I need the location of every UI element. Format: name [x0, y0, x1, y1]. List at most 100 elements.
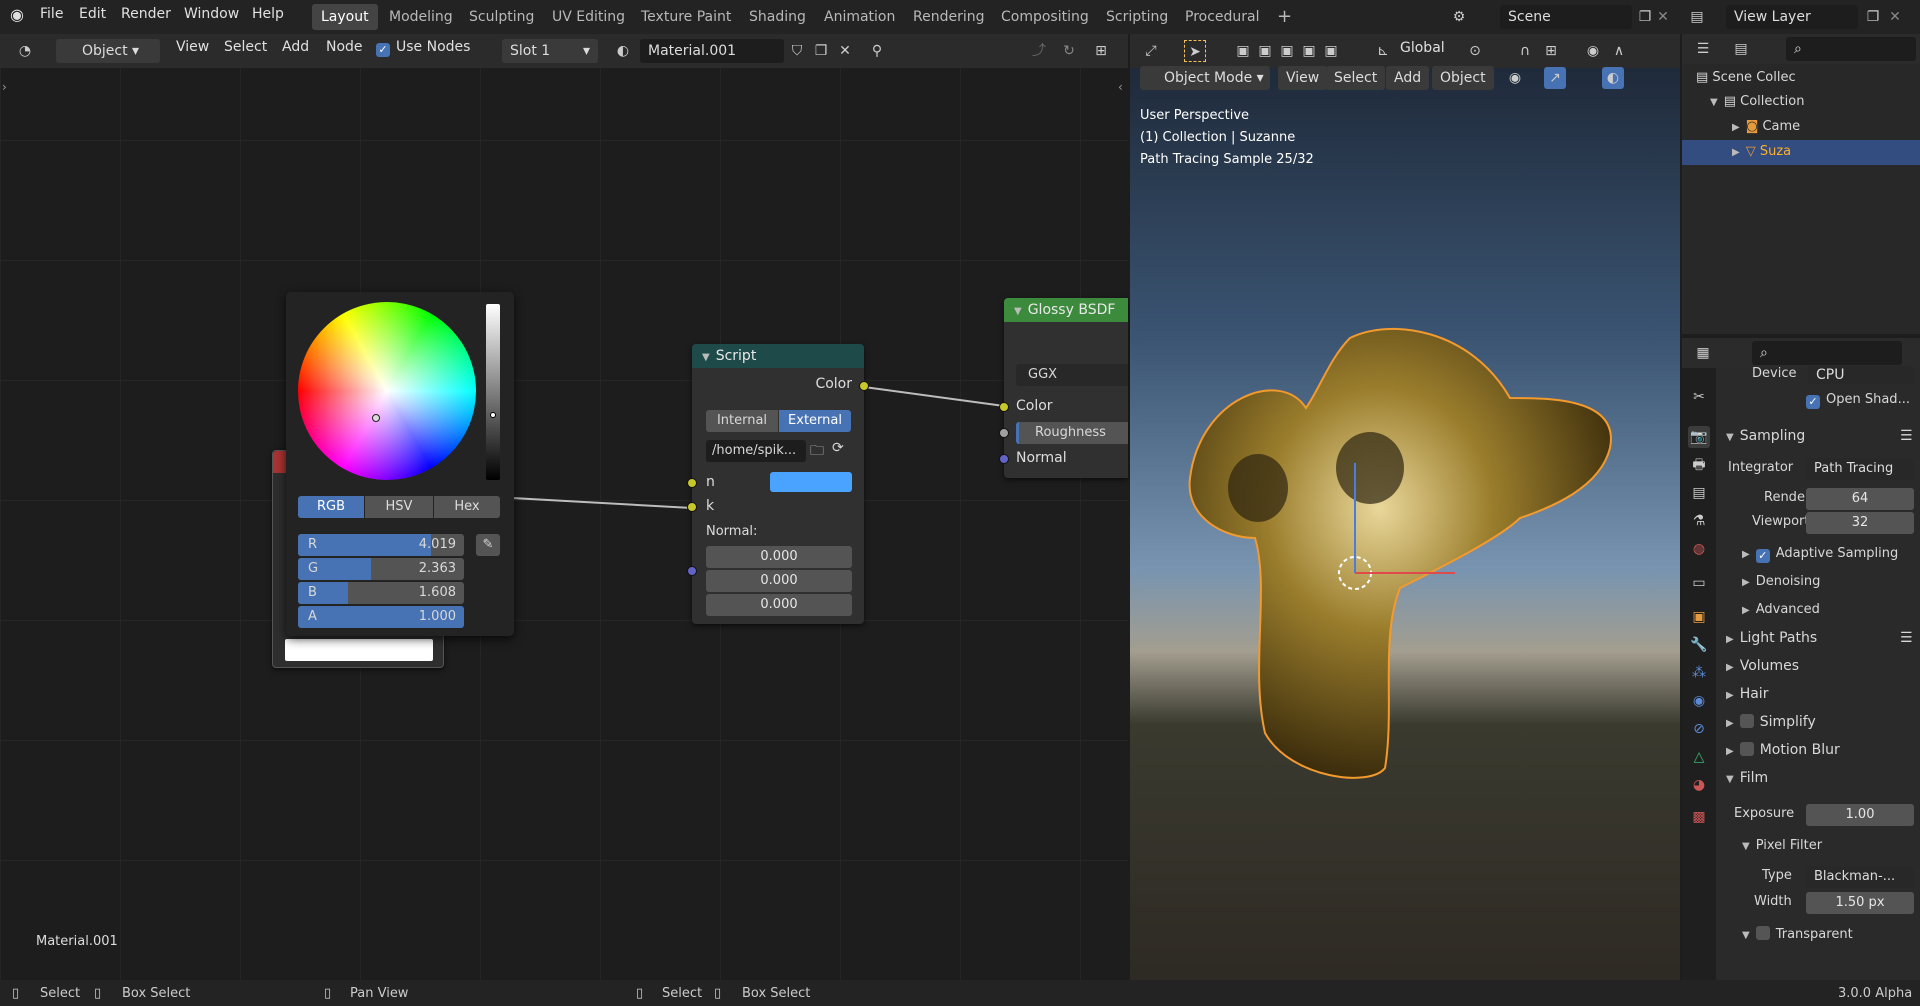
modifier-tab-icon[interactable]: 🔧: [1688, 634, 1710, 656]
outliner-item-scene-collection[interactable]: ▤ Scene Collec: [1682, 66, 1920, 90]
glossy-bsdf-node[interactable]: ▼ Glossy BSDF GGX Color Roughness Normal: [999, 298, 1128, 478]
viewport-samples-field[interactable]: 32: [1806, 512, 1914, 534]
world-tab-icon[interactable]: ◍: [1688, 538, 1710, 560]
integrator-dropdown[interactable]: Path Tracing: [1806, 458, 1914, 480]
select-mode-intersect-icon[interactable]: ▣: [1320, 40, 1342, 62]
scene-tab-icon[interactable]: ⚗: [1688, 510, 1710, 532]
physics-tab-icon[interactable]: ◉: [1688, 690, 1710, 712]
volumes-panel[interactable]: ▶ Volumes: [1726, 658, 1799, 674]
folder-icon[interactable]: 🗀: [810, 440, 824, 464]
add-workspace-button[interactable]: +: [1268, 4, 1301, 30]
distribution-dropdown[interactable]: GGX: [1016, 364, 1128, 386]
suzanne-expand-icon[interactable]: ▶: [1732, 141, 1740, 165]
transform-orientation-icon[interactable]: ⊾: [1372, 40, 1394, 62]
color-wheel[interactable]: [298, 302, 476, 480]
material-tab-icon[interactable]: ◕: [1688, 774, 1710, 796]
render-samples-field[interactable]: 64: [1806, 488, 1914, 510]
scene-icon[interactable]: ⚙: [1448, 6, 1470, 28]
particles-tab-icon[interactable]: ⁂: [1688, 662, 1710, 684]
value-slider-handle[interactable]: [490, 412, 496, 418]
display-mode-icon[interactable]: ▤: [1730, 38, 1752, 60]
camera-expand-icon[interactable]: ▶: [1732, 116, 1740, 140]
delete-view-layer-icon[interactable]: ✕: [1884, 6, 1906, 28]
normal-z-field[interactable]: 0.000: [706, 594, 852, 616]
outliner-item-collection[interactable]: ▼ ▤ Collection: [1682, 90, 1920, 115]
snap-magnet-icon[interactable]: ∩: [1514, 40, 1536, 62]
outliner-editor-icon[interactable]: ☰: [1692, 38, 1714, 60]
new-view-layer-icon[interactable]: ❐: [1862, 6, 1884, 28]
rgb-node-color-swatch[interactable]: [285, 639, 433, 661]
input-normal-socket[interactable]: [687, 566, 697, 576]
collection-expand-icon[interactable]: ▼: [1710, 91, 1718, 115]
transform-orientation-dropdown[interactable]: Global: [1400, 40, 1445, 56]
motion-blur-checkbox[interactable]: [1739, 742, 1754, 756]
eyedropper-icon[interactable]: ✎: [476, 534, 500, 556]
script-node[interactable]: ▼ Script Color Internal External /home/sp…: [687, 344, 869, 624]
render-tab-icon[interactable]: 📷: [1688, 426, 1710, 448]
outliner-item-suzanne[interactable]: ▶ ▽ Suza: [1682, 140, 1920, 165]
proportional-edit-icon[interactable]: ◉: [1582, 40, 1604, 62]
collection-tab-icon[interactable]: ▭: [1688, 572, 1710, 594]
object-tab-icon[interactable]: ▣: [1688, 606, 1710, 628]
scene-name-field[interactable]: Scene: [1500, 5, 1632, 29]
motion-blur-panel[interactable]: ▶ Motion Blur: [1726, 742, 1840, 758]
select-mode-invert-icon[interactable]: ▣: [1298, 40, 1320, 62]
value-slider[interactable]: [486, 304, 500, 480]
constraints-tab-icon[interactable]: ⊘: [1688, 718, 1710, 740]
tab-procedural[interactable]: Procedural: [1176, 4, 1269, 30]
color-wheel-cursor[interactable]: [372, 414, 380, 422]
output-tab-icon[interactable]: 🖶: [1688, 454, 1710, 476]
pivot-icon[interactable]: ⊙: [1464, 40, 1486, 62]
glossy-normal-socket[interactable]: [999, 454, 1009, 464]
input-n-socket[interactable]: [687, 478, 697, 488]
b-slider[interactable]: B 1.608: [298, 582, 464, 604]
adaptive-sampling-check-icon[interactable]: ✓: [1755, 549, 1770, 563]
adaptive-sampling-subpanel[interactable]: ▶ ✓ Adaptive Sampling: [1742, 546, 1898, 563]
select-mode-subtract-icon[interactable]: ▣: [1276, 40, 1298, 62]
delete-scene-icon[interactable]: ✕: [1652, 6, 1674, 28]
r-slider[interactable]: R 4.019: [298, 534, 464, 556]
view-layer-field[interactable]: View Layer: [1726, 5, 1858, 29]
properties-editor-icon[interactable]: ▦: [1692, 342, 1714, 364]
texture-tab-icon[interactable]: ▩: [1688, 806, 1710, 828]
advanced-subpanel[interactable]: ▶ Advanced: [1742, 602, 1820, 617]
sampling-presets-icon[interactable]: ☰: [1900, 428, 1913, 444]
reload-icon[interactable]: ⟳: [832, 440, 844, 456]
internal-tab[interactable]: Internal: [706, 410, 778, 432]
normal-x-field[interactable]: 0.000: [706, 546, 852, 568]
pixel-filter-subpanel[interactable]: ▼ Pixel Filter: [1742, 838, 1822, 853]
filter-width-field[interactable]: 1.50 px: [1806, 892, 1914, 914]
outliner-search-field[interactable]: ⌕: [1786, 37, 1916, 61]
light-paths-panel[interactable]: ▶ Light Paths: [1726, 630, 1817, 646]
simplify-checkbox[interactable]: [1739, 714, 1754, 728]
filter-type-dropdown[interactable]: Blackman-...: [1806, 866, 1914, 888]
suzanne-mesh[interactable]: [1188, 327, 1612, 779]
external-tab[interactable]: External: [779, 410, 851, 432]
view-layer-icon[interactable]: ▤: [1686, 6, 1708, 28]
device-dropdown[interactable]: CPU: [1808, 366, 1914, 384]
film-panel[interactable]: ▼ Film: [1726, 770, 1768, 786]
hair-panel[interactable]: ▶ Hair: [1726, 686, 1768, 702]
a-slider[interactable]: A 1.000: [298, 606, 464, 628]
input-n-color-swatch[interactable]: [770, 472, 852, 492]
glossy-collapse-icon[interactable]: ▼: [1014, 300, 1022, 324]
outliner-item-camera[interactable]: ▶ ◙ Camе: [1682, 115, 1920, 140]
sampling-panel-header[interactable]: ▼ Sampling: [1726, 428, 1805, 444]
select-tool-icon[interactable]: ➤: [1184, 40, 1206, 62]
simplify-panel[interactable]: ▶ Simplify: [1726, 714, 1816, 730]
view-layer-tab-icon[interactable]: ▤: [1688, 482, 1710, 504]
input-k-socket[interactable]: [687, 502, 697, 512]
transparent-checkbox[interactable]: [1755, 926, 1770, 940]
roughness-field[interactable]: Roughness: [1016, 422, 1128, 444]
script-node-header[interactable]: ▼ Script: [692, 344, 864, 368]
transparent-subpanel[interactable]: ▼ Transparent: [1742, 926, 1853, 942]
properties-search-field[interactable]: ⌕: [1752, 341, 1902, 365]
glossy-node-header[interactable]: ▼ Glossy BSDF: [1004, 298, 1128, 322]
select-mode-extend-icon[interactable]: ▣: [1254, 40, 1276, 62]
denoising-subpanel[interactable]: ▶ Denoising: [1742, 574, 1820, 589]
falloff-icon[interactable]: ∧: [1608, 40, 1630, 62]
normal-y-field[interactable]: 0.000: [706, 570, 852, 592]
select-mode-new-icon[interactable]: ▣: [1232, 40, 1254, 62]
g-slider[interactable]: G 2.363: [298, 558, 464, 580]
open-shading-checkbox[interactable]: ✓ Open Shad...: [1806, 392, 1910, 409]
